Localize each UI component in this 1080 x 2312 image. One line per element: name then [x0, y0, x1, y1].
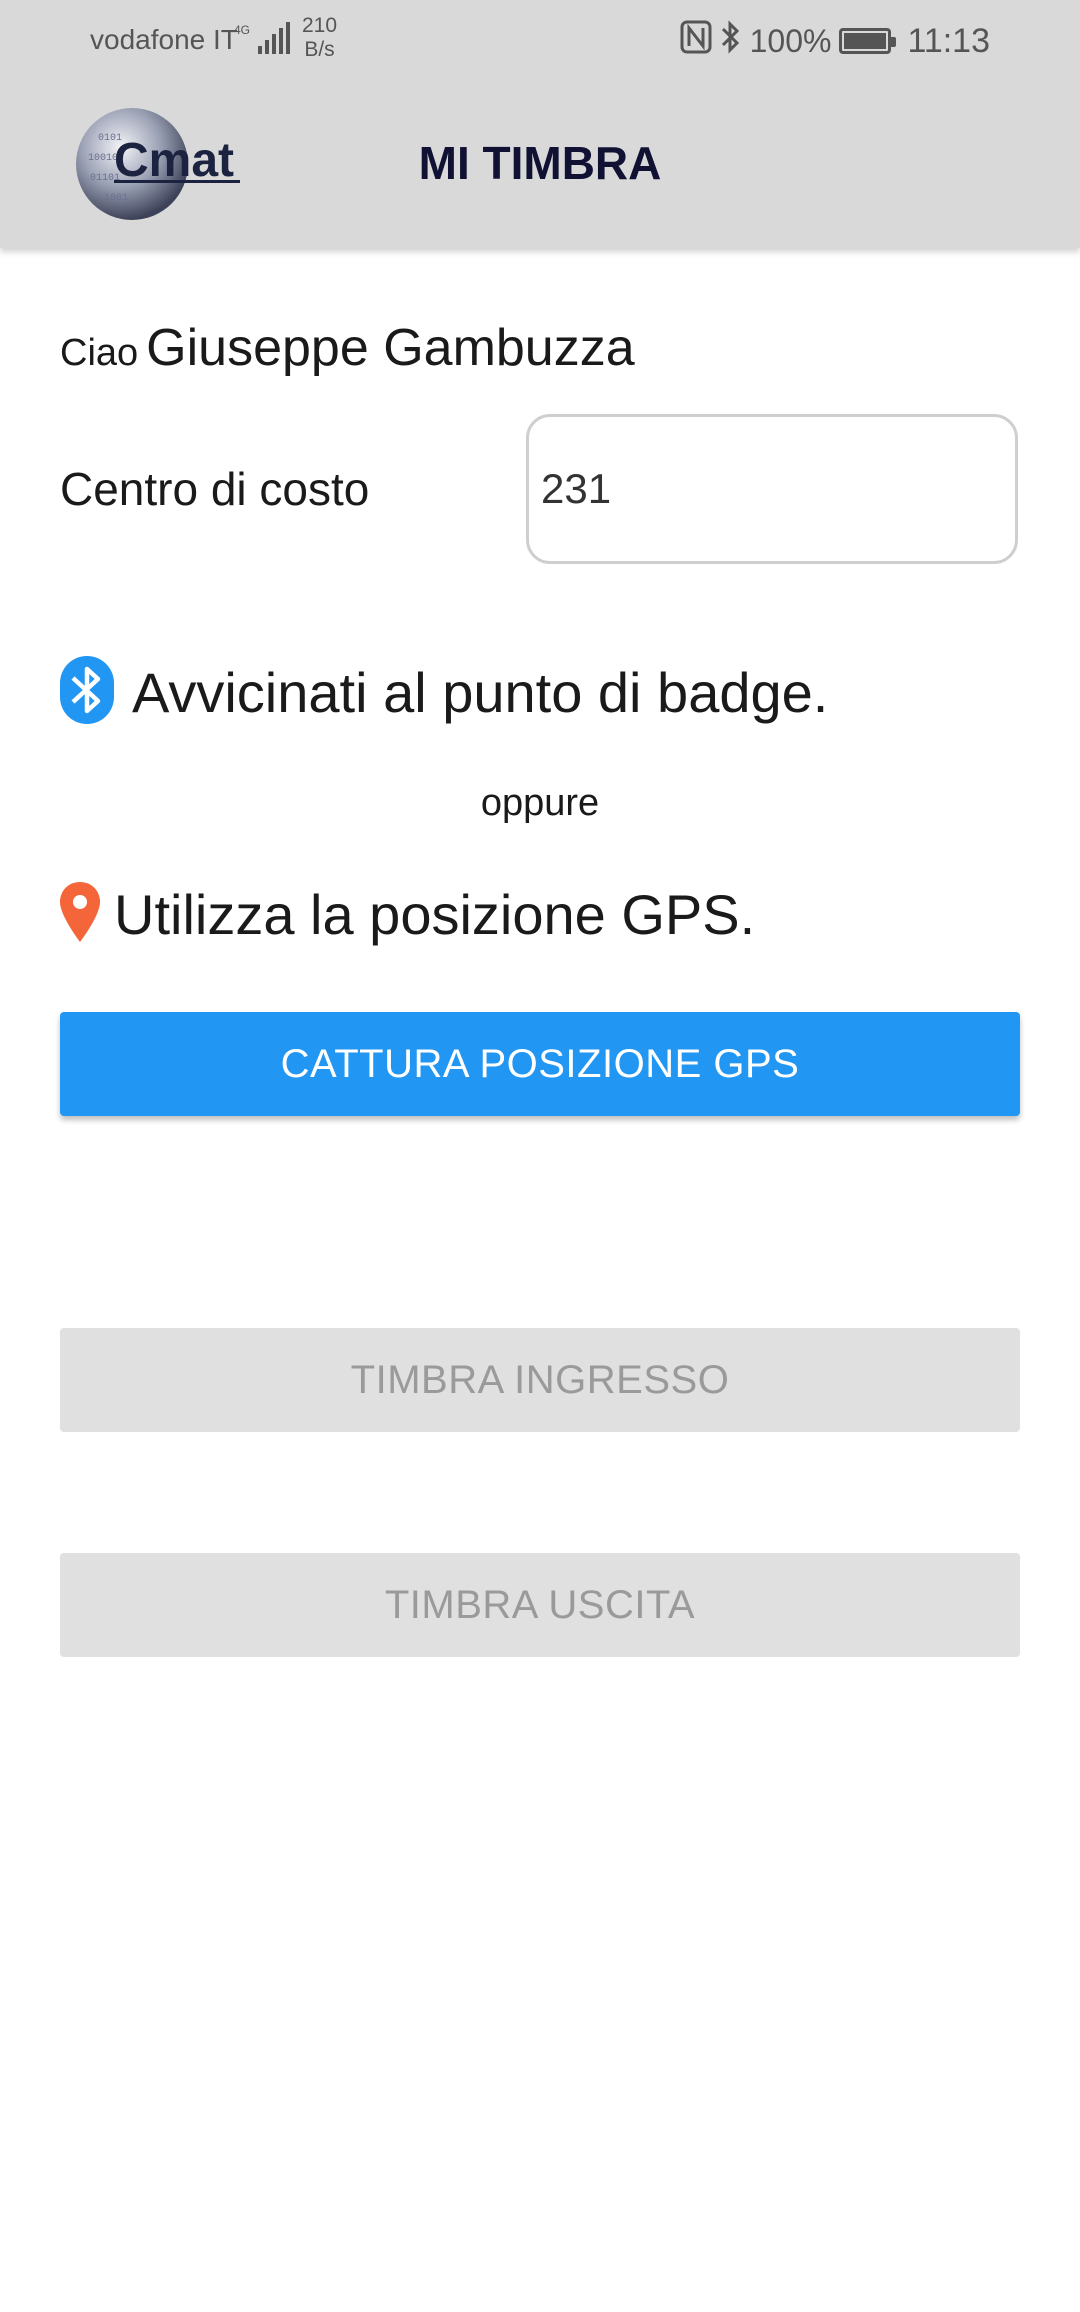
greeting: Ciao Giuseppe Gambuzza	[60, 318, 635, 378]
network-type: 4G	[234, 23, 250, 37]
battery-icon	[839, 28, 897, 54]
bluetooth-hint: Avvicinati al punto di badge.	[132, 661, 829, 724]
logo-text: Cmat	[114, 134, 234, 187]
bluetooth-icon	[60, 656, 114, 729]
cost-center-input[interactable]	[526, 414, 1018, 564]
user-name: Giuseppe Gambuzza	[146, 319, 635, 377]
battery-percent: 100%	[749, 22, 832, 59]
net-speed: 210 B/s	[302, 14, 337, 62]
net-speed-value: 210	[302, 14, 338, 37]
status-bar: vodafone IT 4G 210 B/s 100% 11:13	[0, 0, 1080, 80]
gps-hint: Utilizza la posizione GPS.	[114, 883, 756, 946]
company-logo: 0101 10010 01101 1001 Cmat	[76, 104, 248, 224]
nfc-icon	[680, 20, 712, 62]
check-out-button[interactable]: TIMBRA USCITA	[60, 1553, 1020, 1657]
net-speed-unit: B/s	[304, 38, 335, 61]
bluetooth-status-icon	[720, 20, 742, 62]
top-bar: vodafone IT 4G 210 B/s 100% 11:13 0101 1…	[0, 0, 1080, 248]
clock: 11:13	[907, 21, 990, 60]
svg-text:1001: 1001	[104, 193, 128, 204]
capture-gps-button[interactable]: CATTURA POSIZIONE GPS	[60, 1012, 1020, 1116]
greeting-prefix: Ciao	[60, 332, 139, 374]
check-in-button[interactable]: TIMBRA INGRESSO	[60, 1328, 1020, 1432]
status-right: 100% 11:13	[680, 20, 990, 62]
map-pin-icon	[58, 880, 102, 949]
gps-hint-row: Utilizza la posizione GPS.	[58, 880, 755, 949]
bluetooth-hint-row: Avvicinati al punto di badge.	[60, 656, 828, 729]
cost-center-label: Centro di costo	[60, 463, 370, 515]
app-title: MI TIMBRA	[418, 137, 662, 189]
signal-icon: 4G	[234, 22, 294, 65]
carrier-name: vodafone IT	[90, 24, 238, 55]
or-separator: oppure	[480, 782, 600, 824]
